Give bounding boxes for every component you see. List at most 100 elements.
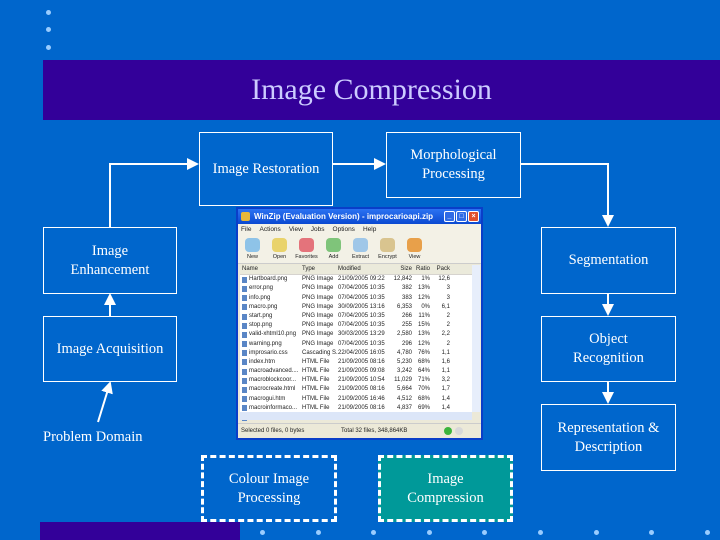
file-size: 4,512: [396, 395, 412, 402]
file-modified: 07/04/2005 10:35: [338, 322, 385, 329]
bullet-bottom-9: [704, 530, 710, 535]
toolbar-label: Favorites: [295, 254, 318, 260]
file-type: PNG Image: [302, 285, 334, 292]
file-ratio: 1%: [421, 276, 430, 283]
file-modified: 21/09/2005 08:16: [338, 358, 385, 365]
col-size[interactable]: Size: [390, 265, 412, 274]
file-name: warning.png: [240, 340, 302, 349]
file-row[interactable]: index.htm HTML File 21/09/2005 08:16 5,230 6…: [240, 358, 472, 367]
toolbar-new-button[interactable]: New: [241, 235, 264, 263]
box-representation-description-label: Representation & Description: [557, 419, 660, 455]
box-image-restoration: Image Restoration: [199, 132, 333, 206]
file-modified: 21/09/2005 09:08: [338, 368, 385, 375]
bullet-bottom-6: [538, 530, 543, 535]
toolbar-encrypt-button[interactable]: Encrypt: [376, 235, 399, 263]
toolbar-favorites-button[interactable]: Favorites: [295, 235, 318, 263]
file-row[interactable]: macrogui.htm HTML File 21/09/2005 16:46 4,5…: [240, 395, 472, 404]
file-name: stop.png: [240, 321, 302, 330]
file-icon: [242, 405, 247, 412]
file-row[interactable]: improsario.css Cascading S... 22/04/2005 1…: [240, 349, 472, 358]
menu-file[interactable]: File: [241, 224, 251, 235]
file-row[interactable]: error.png PNG Image 07/04/2005 10:35 382 13%…: [240, 284, 472, 293]
file-packed: 12,6: [438, 276, 450, 283]
file-name-text: warning.png: [249, 340, 282, 347]
file-row[interactable]: start.png PNG Image 07/04/2005 10:35 266 11%…: [240, 312, 472, 321]
file-row[interactable]: valid-xhtml10.png PNG Image 30/03/2005 13:…: [240, 330, 472, 339]
file-row[interactable]: Hartboard.png PNG Image 21/09/2005 09:22 12…: [240, 275, 472, 284]
toolbar-view-button[interactable]: View: [403, 235, 426, 263]
file-icon: [242, 377, 247, 384]
file-modified: 21/09/2005 16:46: [338, 395, 385, 402]
file-row[interactable]: macroadvanced.... HTML File 21/09/2005 09:…: [240, 367, 472, 376]
toolbar-extract-button[interactable]: Extract: [349, 235, 372, 263]
file-ratio: 13%: [417, 331, 430, 338]
file-name: macrocreate.html: [240, 385, 302, 394]
file-packed: 1,4: [441, 395, 450, 402]
toolbar-label: Extract: [351, 254, 370, 260]
col-type[interactable]: Type: [302, 265, 338, 274]
box-image-compression: Image Compression: [378, 455, 513, 522]
menu-jobs[interactable]: Jobs: [311, 224, 325, 235]
winzip-toolbar: New Open Favorites Add Extract Encrypt View: [238, 235, 481, 264]
toolbar-open-button[interactable]: Open: [268, 235, 291, 263]
file-icon: [242, 331, 247, 338]
file-name: info.png: [240, 294, 302, 303]
maximize-button[interactable]: □: [456, 211, 467, 222]
box-image-restoration-label: Image Restoration: [212, 160, 320, 177]
file-packed: 1,1: [441, 349, 450, 356]
col-ratio[interactable]: Ratio: [412, 265, 430, 274]
toolbar-add-button[interactable]: Add: [322, 235, 345, 263]
problem-domain-label: Problem Domain: [43, 429, 143, 445]
file-row[interactable]: macrocreate.html HTML File 21/09/2005 08:1…: [240, 385, 472, 394]
file-modified: 07/04/2005 10:35: [338, 294, 385, 301]
close-button[interactable]: ×: [468, 211, 479, 222]
box-colour-image-processing: Colour Image Processing: [201, 455, 337, 522]
toolbar-label: New: [246, 254, 258, 260]
toolbar-label: View: [408, 254, 421, 260]
menu-help[interactable]: Help: [363, 224, 376, 235]
file-name: macro.png: [240, 303, 302, 312]
minimize-button[interactable]: _: [444, 211, 455, 222]
file-icon: [242, 322, 247, 329]
winzip-menubar: File Actions View Jobs Options Help: [238, 224, 481, 235]
file-row[interactable]: info.png PNG Image 07/04/2005 10:35 383 12% 3: [240, 294, 472, 303]
file-name-text: Hartboard.png: [249, 276, 288, 283]
col-packed[interactable]: Pack: [430, 265, 450, 274]
file-name: improsario.css: [240, 349, 302, 358]
file-name-text: valid-xhtml10.png: [249, 331, 297, 338]
bullet-bottom-2: [315, 530, 321, 535]
menu-options[interactable]: Options: [333, 224, 355, 235]
file-packed: 2: [446, 312, 450, 319]
file-type: PNG Image: [302, 322, 334, 329]
file-type: HTML File: [302, 358, 330, 365]
file-name-text: improsario.css: [249, 349, 288, 356]
file-icon: [242, 295, 247, 302]
file-row[interactable]: macroblockcoor... HTML File 21/09/2005 10:…: [240, 376, 472, 385]
status-total: Total 32 files, 348,864KB: [341, 428, 408, 434]
file-size: 12,842: [393, 276, 412, 283]
file-row[interactable]: macro.png PNG Image 30/09/2005 13:16 6,353 0…: [240, 303, 472, 312]
horizontal-scrollbar[interactable]: [240, 412, 472, 420]
box-object-recognition: Object Recognition: [541, 316, 676, 382]
file-row[interactable]: warning.png PNG Image 07/04/2005 10:35 296 1…: [240, 340, 472, 349]
file-ratio: 11%: [418, 312, 430, 319]
file-packed: 1,6: [441, 358, 450, 365]
file-row[interactable]: stop.png PNG Image 07/04/2005 10:35 255 15% 2: [240, 321, 472, 330]
menu-view[interactable]: View: [289, 224, 303, 235]
col-modified[interactable]: Modified: [338, 265, 390, 274]
view-icon: [407, 238, 422, 252]
winzip-app-icon: [241, 212, 250, 221]
file-packed: 1,7: [441, 386, 450, 393]
col-name[interactable]: Name: [240, 265, 302, 274]
toolbar-label: Open: [272, 254, 287, 260]
menu-actions[interactable]: Actions: [259, 224, 280, 235]
file-icon: [242, 285, 247, 292]
file-modified: 07/04/2005 10:35: [338, 312, 385, 319]
vertical-scrollbar[interactable]: [472, 265, 480, 412]
file-name-text: stop.png: [249, 322, 273, 329]
file-packed: 3: [446, 285, 450, 292]
file-icon: [242, 396, 247, 403]
box-image-compression-label: Image Compression: [407, 470, 484, 506]
file-modified: 07/04/2005 10:35: [338, 285, 385, 292]
file-modified: 21/09/2005 09:22: [338, 276, 385, 283]
